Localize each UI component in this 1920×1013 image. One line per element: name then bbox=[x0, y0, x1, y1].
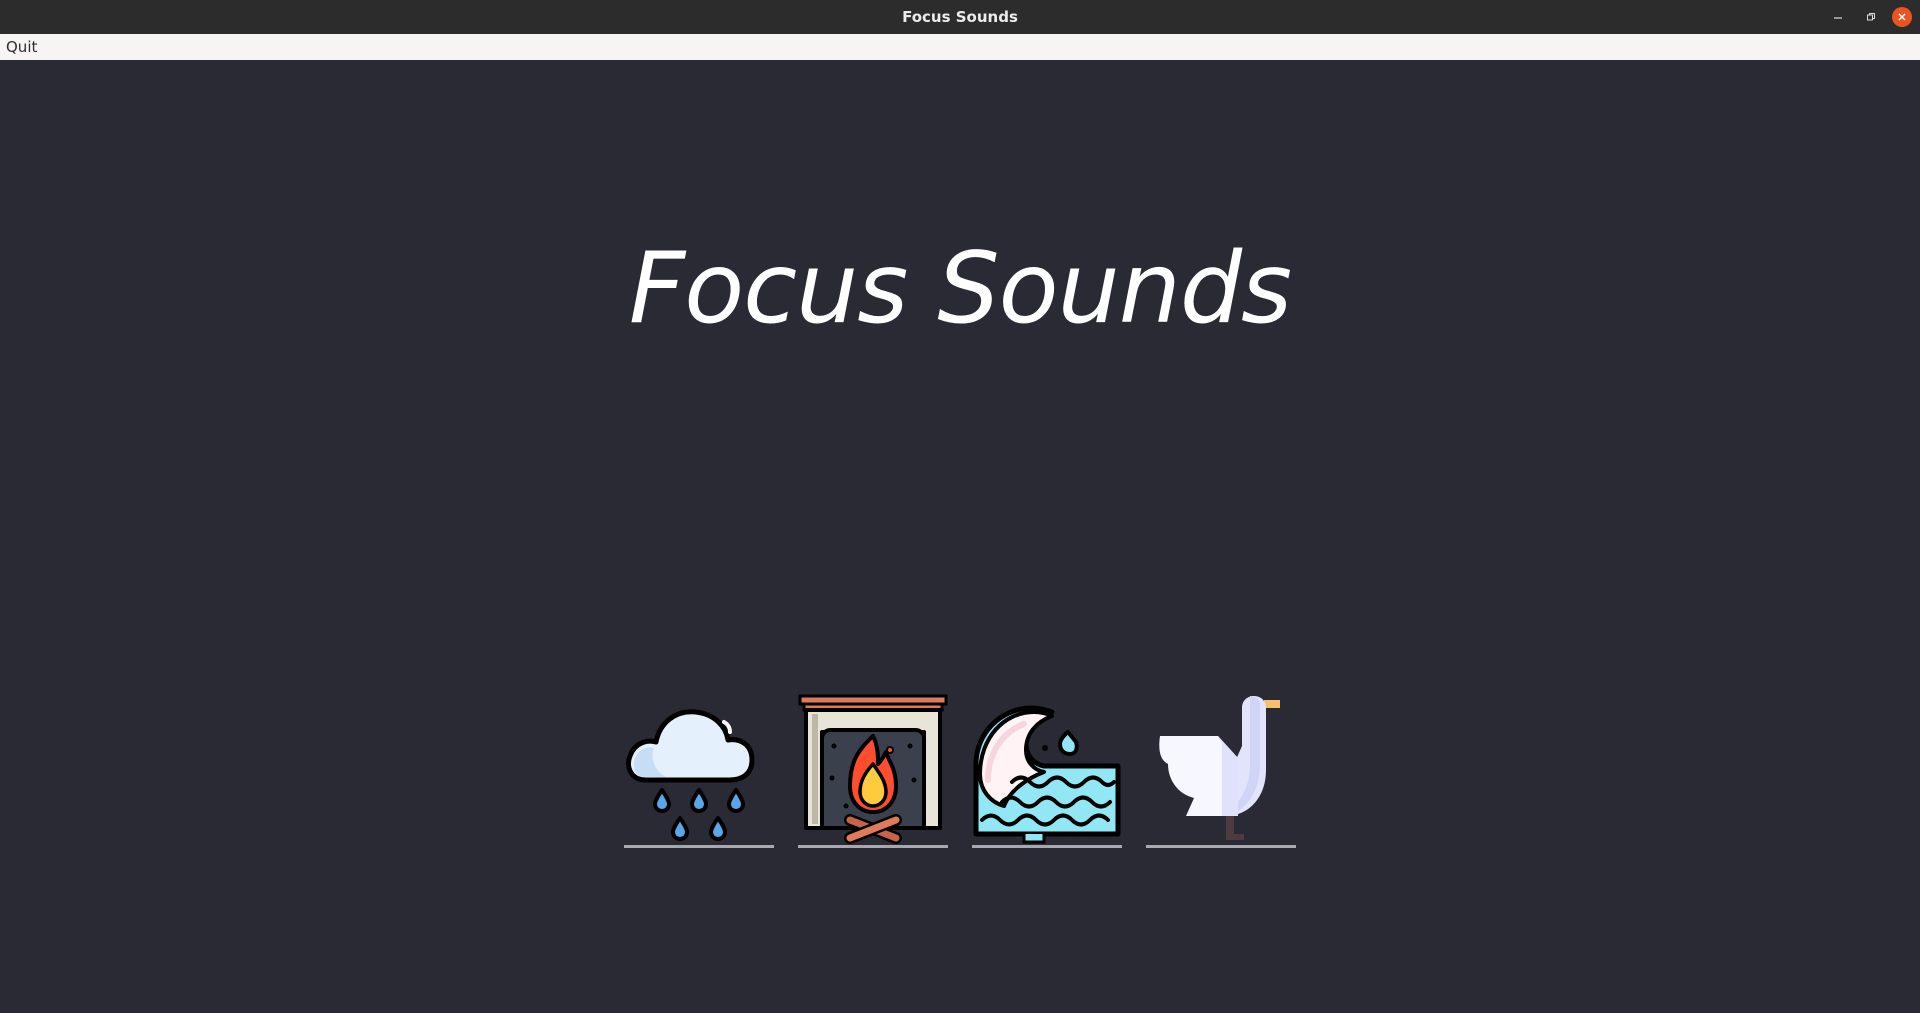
menu-item-quit[interactable]: Quit bbox=[0, 38, 43, 56]
sound-buttons-row bbox=[624, 694, 1296, 848]
restore-icon bbox=[1867, 13, 1875, 21]
fireplace-icon bbox=[798, 694, 948, 844]
window-title: Focus Sounds bbox=[902, 8, 1018, 26]
seagull-sound-button[interactable] bbox=[1146, 694, 1296, 848]
restore-button[interactable] bbox=[1859, 5, 1883, 29]
sound-underline bbox=[798, 845, 948, 848]
rain-sound-button[interactable] bbox=[624, 694, 774, 848]
page-title: Focus Sounds bbox=[628, 232, 1292, 346]
fireplace-sound-button[interactable] bbox=[798, 694, 948, 848]
rain-cloud-icon bbox=[626, 709, 755, 841]
minimize-icon bbox=[1834, 17, 1842, 19]
menubar: Quit bbox=[0, 34, 1920, 60]
close-button[interactable] bbox=[1892, 7, 1912, 27]
window-controls bbox=[1817, 0, 1912, 34]
minimize-button[interactable] bbox=[1826, 5, 1850, 29]
close-icon bbox=[1898, 13, 1906, 21]
sound-underline bbox=[624, 845, 774, 848]
sound-underline bbox=[1146, 845, 1296, 848]
window-titlebar: Focus Sounds bbox=[0, 0, 1920, 34]
ocean-wave-sound-button[interactable] bbox=[972, 694, 1122, 848]
seagull-icon bbox=[1159, 696, 1280, 840]
sound-underline bbox=[972, 845, 1122, 848]
ocean-wave-icon bbox=[973, 705, 1121, 844]
